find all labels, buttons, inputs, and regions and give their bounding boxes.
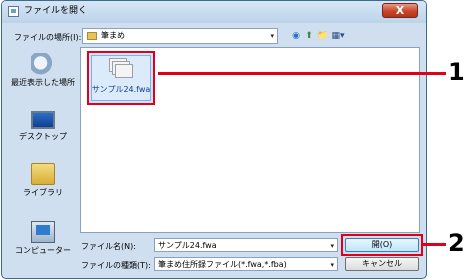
- chevron-down-icon[interactable]: ▾: [270, 30, 274, 42]
- cancel-button[interactable]: キャンセル: [345, 257, 419, 271]
- up-folder-icon[interactable]: ⬆: [304, 31, 314, 41]
- document-stack-icon: [109, 58, 135, 80]
- callout-2-line: [421, 243, 446, 246]
- sidebar-item-desktop[interactable]: デスクトップ: [8, 111, 78, 142]
- open-button[interactable]: 開(O): [345, 238, 419, 252]
- sidebar-item-recent-places[interactable]: 最近表示した場所: [8, 53, 78, 88]
- filename-value: サンプル24.fwa: [158, 241, 217, 250]
- location-label: ファイルの場所(I):: [14, 33, 82, 42]
- view-menu-icon[interactable]: ▦▾: [330, 31, 346, 41]
- callout-1-line: [158, 72, 446, 75]
- location-toolbar: ファイルの場所(I): 筆まめ ▾ ◉ ⬆ 📁 ▦▾: [2, 23, 426, 47]
- filename-input[interactable]: サンプル24.fwa ▾: [154, 238, 338, 252]
- callout-2-number: 2: [448, 229, 465, 257]
- location-combobox[interactable]: 筆まめ ▾: [82, 28, 278, 44]
- libraries-icon: [31, 163, 55, 185]
- filename-label: ファイル名(N):: [81, 242, 136, 251]
- file-name: サンプル24.fwa: [91, 85, 151, 94]
- doc-sheet: [115, 64, 133, 78]
- desktop-icon: [31, 111, 55, 129]
- sidebar-item-libraries[interactable]: ライブラリ: [8, 163, 78, 198]
- dialog-footer: ファイル名(N): サンプル24.fwa ▾ ファイルの種類(T): 筆まめ住所…: [2, 234, 426, 278]
- chevron-down-icon[interactable]: ▾: [330, 259, 334, 271]
- new-folder-icon[interactable]: 📁: [317, 31, 328, 41]
- filetype-combobox[interactable]: 筆まめ住所録ファイル(*.fwa,*.fba) ▾: [154, 257, 338, 271]
- recent-places-icon: [31, 53, 55, 75]
- callout-1-number: 1: [448, 58, 465, 86]
- open-file-dialog: ファイルを開く X ファイルの場所(I): 筆まめ ▾ ◉ ⬆ 📁 ▦▾ 最近表…: [1, 0, 427, 279]
- sidebar-item-label: デスクトップ: [19, 132, 67, 141]
- back-icon[interactable]: ◉: [291, 31, 301, 41]
- sidebar-item-label: 最近表示した場所: [11, 78, 75, 87]
- filetype-label: ファイルの種類(T):: [81, 261, 151, 270]
- filetype-value: 筆まめ住所録ファイル(*.fwa,*.fba): [158, 260, 287, 269]
- sidebar-item-label: ライブラリ: [23, 188, 63, 197]
- file-item-selected[interactable]: サンプル24.fwa: [87, 51, 155, 105]
- location-value: 筆まめ: [101, 31, 125, 40]
- app-icon: [8, 6, 19, 17]
- folder-icon: [87, 32, 97, 40]
- close-button[interactable]: X: [382, 3, 418, 18]
- chevron-down-icon[interactable]: ▾: [330, 240, 334, 252]
- dialog-title: ファイルを開く: [24, 6, 88, 16]
- title-bar: ファイルを開く X: [2, 1, 426, 23]
- close-icon: X: [395, 4, 405, 17]
